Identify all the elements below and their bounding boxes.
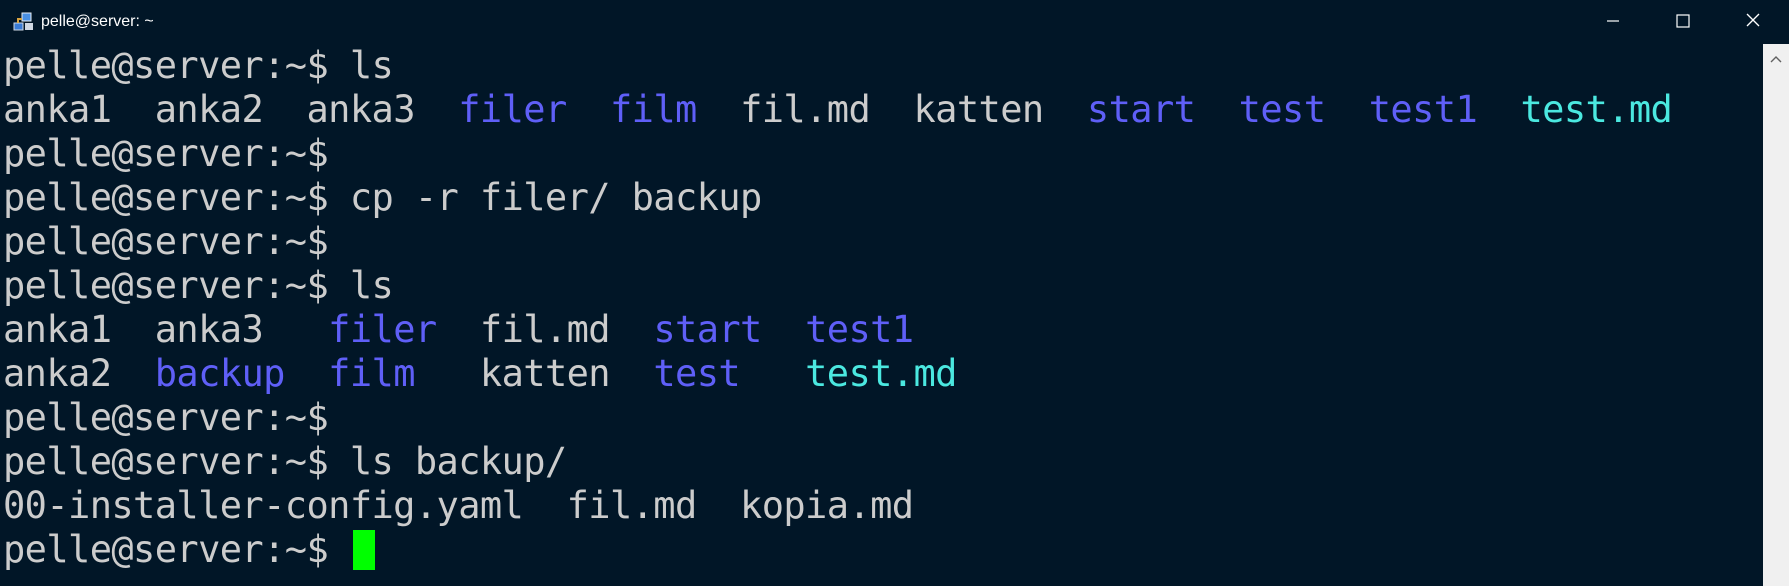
- file-entry: test.md: [1520, 88, 1673, 131]
- directory-entry: test1: [1368, 88, 1478, 131]
- terminal-window: pelle@server: ~ pelle@server:~$ ls anka1 …: [0, 0, 1789, 586]
- scroll-up-button[interactable]: [1763, 44, 1789, 70]
- text-cursor: [352, 530, 375, 570]
- shell-command: ls: [328, 44, 394, 87]
- shell-command: ls: [328, 264, 394, 307]
- minimize-icon: [1606, 13, 1620, 32]
- shell-command: ls backup/: [328, 440, 567, 483]
- shell-prompt: pelle@server:~$: [3, 528, 329, 571]
- file-entry: anka2: [3, 352, 112, 395]
- chevron-up-icon: [1770, 48, 1782, 67]
- directory-entry: start: [1086, 88, 1196, 131]
- shell-prompt: pelle@server:~$: [3, 220, 329, 263]
- file-entry: 00-installer-config.yaml: [3, 484, 524, 527]
- terminal-line: anka1 anka3 filer fil.md start test1: [3, 308, 1758, 352]
- vertical-scrollbar[interactable]: [1763, 44, 1789, 586]
- terminal-line: pelle@server:~$: [3, 220, 1758, 264]
- directory-entry: film: [328, 352, 415, 395]
- shell-prompt: pelle@server:~$: [3, 44, 329, 87]
- close-icon: [1745, 12, 1761, 32]
- shell-prompt: pelle@server:~$: [3, 176, 329, 219]
- directory-entry: test: [653, 352, 741, 395]
- scrollbar-thumb[interactable]: [1768, 74, 1784, 584]
- terminal-line: pelle@server:~$ ls: [3, 44, 1758, 88]
- file-entry: anka1: [3, 308, 112, 351]
- directory-entry: test: [1238, 88, 1326, 131]
- file-entry: fil.md: [566, 484, 698, 527]
- terminal-line: anka1 anka2 anka3 filer film fil.md katt…: [3, 88, 1758, 132]
- maximize-button[interactable]: [1648, 0, 1718, 44]
- file-entry: katten: [913, 88, 1045, 131]
- shell-command: [328, 528, 350, 571]
- shell-command: cp -r filer/ backup: [328, 176, 762, 219]
- directory-entry: filer: [328, 308, 437, 351]
- directory-entry: test1: [805, 308, 914, 351]
- terminal-line: anka2 backup film katten test test.md: [3, 352, 1758, 396]
- terminal-line: pelle@server:~$ ls backup/: [3, 440, 1758, 484]
- directory-entry: film: [610, 88, 697, 131]
- terminal-line: pelle@server:~$ cp -r filer/ backup: [3, 176, 1758, 220]
- window-title: pelle@server: ~: [41, 13, 154, 30]
- shell-prompt: pelle@server:~$: [3, 440, 329, 483]
- file-entry: kopia.md: [740, 484, 914, 527]
- file-entry: anka2: [154, 88, 264, 131]
- close-button[interactable]: [1718, 0, 1788, 44]
- file-entry: anka3: [306, 88, 416, 131]
- file-entry: fil.md: [740, 88, 871, 131]
- shell-prompt: pelle@server:~$: [3, 264, 329, 307]
- terminal-app-icon: [13, 11, 35, 33]
- minimize-button[interactable]: [1578, 0, 1648, 44]
- terminal-line: pelle@server:~$: [3, 396, 1758, 440]
- file-entry: test.md: [805, 352, 957, 395]
- file-entry: anka3: [154, 308, 264, 351]
- terminal-line: pelle@server:~$: [3, 132, 1758, 176]
- maximize-icon: [1676, 13, 1690, 32]
- directory-entry: backup: [154, 352, 286, 395]
- directory-entry: start: [653, 308, 762, 351]
- title-bar[interactable]: pelle@server: ~: [0, 0, 1789, 44]
- shell-prompt: pelle@server:~$: [3, 132, 329, 175]
- file-entry: katten: [479, 352, 611, 395]
- shell-prompt: pelle@server:~$: [3, 396, 329, 439]
- terminal-line: 00-installer-config.yaml fil.md kopia.md: [3, 484, 1758, 528]
- terminal-line: pelle@server:~$ ls: [3, 264, 1758, 308]
- terminal-line: pelle@server:~$: [3, 528, 1758, 572]
- file-entry: anka1: [3, 88, 112, 131]
- directory-entry: filer: [458, 88, 567, 131]
- terminal-output[interactable]: pelle@server:~$ ls anka1 anka2 anka3 file…: [3, 44, 1758, 586]
- file-entry: fil.md: [479, 308, 611, 351]
